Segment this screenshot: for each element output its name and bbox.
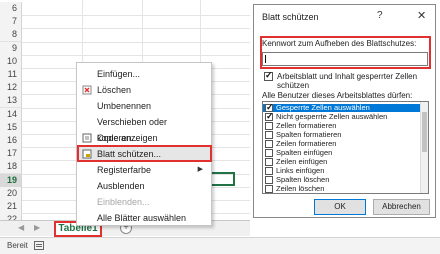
permission-select-locked[interactable]: Gesperrte Zellen auswählen <box>263 102 421 113</box>
delete-sheet-icon <box>82 85 92 95</box>
menu-item-delete[interactable]: Löschen <box>77 82 211 98</box>
permission-insert-rows[interactable]: Zeilen einfügen <box>263 157 421 166</box>
tab-scroll-left-icon[interactable]: ◀ <box>18 223 24 232</box>
permission-checkbox[interactable] <box>265 176 273 184</box>
menu-item-move-copy[interactable]: Verschieben oder kopieren... <box>77 114 211 143</box>
sheet-view-icon[interactable] <box>34 241 44 250</box>
permission-checkbox[interactable] <box>265 111 274 122</box>
permission-insert-links[interactable]: Links einfügen <box>263 166 421 175</box>
menu-item-label: Umbenennen <box>97 101 152 111</box>
row-header[interactable]: 9 <box>0 41 22 56</box>
row-header[interactable]: 21 <box>0 200 22 214</box>
menu-item-insert[interactable]: Einfügen... <box>77 66 211 82</box>
permission-label: Spalten formatieren <box>276 130 342 139</box>
menu-item-rename[interactable]: Umbenennen <box>77 98 211 114</box>
scrollbar-thumb[interactable] <box>422 112 427 152</box>
protect-sheet-dialog: Blatt schützen ? ✕ Kennwort zum Aufheben… <box>253 4 436 218</box>
tab-scroll-right-icon[interactable]: ▶ <box>34 223 40 232</box>
text-caret <box>265 55 266 63</box>
permission-checkbox[interactable] <box>265 167 273 175</box>
permission-checkbox[interactable] <box>265 158 273 166</box>
menu-item-label: Registerfarbe <box>97 165 152 175</box>
permission-checkbox[interactable] <box>265 122 273 130</box>
permission-label: Zeilen löschen <box>276 184 325 193</box>
protect-contents-label: Arbeitsblatt und Inhalt gesperrter Zelle… <box>277 72 418 90</box>
permissions-list-label: Alle Benutzer dieses Arbeitsblattes dürf… <box>262 91 413 100</box>
row-header[interactable]: 20 <box>0 186 22 201</box>
permission-checkbox[interactable] <box>265 149 273 157</box>
permission-delete-rows[interactable]: Zeilen löschen <box>263 184 421 193</box>
row-header[interactable]: 15 <box>0 120 22 135</box>
row-header[interactable]: 8 <box>0 28 22 43</box>
list-scrollbar[interactable] <box>420 102 428 193</box>
row-header[interactable]: 14 <box>0 107 22 122</box>
permission-label: Zeilen einfügen <box>276 157 328 166</box>
row-header[interactable]: 10 <box>0 54 22 69</box>
protect-sheet-highlight <box>77 145 212 162</box>
row-header[interactable]: 7 <box>0 15 22 30</box>
menu-item-view-code[interactable]: Code anzeigen <box>77 130 211 146</box>
cancel-button[interactable]: Abbrechen <box>373 199 430 215</box>
permission-checkbox[interactable] <box>265 131 273 139</box>
permission-checkbox[interactable] <box>265 185 273 193</box>
menu-item-label: Ausblenden <box>97 181 145 191</box>
permissions-list[interactable]: Gesperrte Zellen auswählen Nicht gesperr… <box>262 101 429 194</box>
permission-delete-columns[interactable]: Spalten löschen <box>263 175 421 184</box>
permission-label: Zellen formatieren <box>276 121 337 130</box>
menu-item-label: Löschen <box>97 85 132 95</box>
permission-label: Spalten löschen <box>276 175 330 184</box>
permission-insert-columns[interactable]: Spalten einfügen <box>263 148 421 157</box>
help-icon[interactable]: ? <box>377 10 383 21</box>
protect-contents-checkbox[interactable] <box>264 70 273 81</box>
menu-item-label: Einblenden... <box>97 197 150 207</box>
row-header[interactable]: 16 <box>0 134 22 148</box>
permission-label: Links einfügen <box>276 166 325 175</box>
row-gridline <box>22 41 250 43</box>
menu-item-unhide: Einblenden... <box>77 194 211 210</box>
row-header[interactable]: 19 <box>0 173 22 188</box>
password-label: Kennwort zum Aufheben des Blattschutzes: <box>262 39 417 48</box>
ok-button[interactable]: OK <box>314 199 366 215</box>
sheet-context-menu: Einfügen... Löschen Umbenennen Verschieb… <box>76 62 212 226</box>
permission-checkbox[interactable] <box>265 140 273 148</box>
row-header[interactable]: 6 <box>0 2 22 16</box>
status-text: Bereit <box>7 241 28 250</box>
row-header[interactable]: 13 <box>0 94 22 109</box>
menu-item-label: Code anzeigen <box>97 133 158 143</box>
password-input[interactable] <box>262 52 428 66</box>
code-icon <box>82 133 92 143</box>
dialog-title: Blatt schützen <box>262 12 319 22</box>
row-gridline <box>22 54 250 56</box>
menu-item-hide[interactable]: Ausblenden <box>77 178 211 194</box>
permission-label: Spalten einfügen <box>276 148 333 157</box>
permission-format-cells[interactable]: Zellen formatieren <box>263 121 421 130</box>
close-icon[interactable]: ✕ <box>417 9 426 22</box>
menu-item-tab-color[interactable]: Registerfarbe ▶ <box>77 162 211 178</box>
row-header[interactable]: 18 <box>0 160 22 175</box>
submenu-arrow-icon: ▶ <box>197 166 203 173</box>
row-gridline <box>22 15 250 17</box>
status-bar: Bereit <box>0 237 440 254</box>
row-header[interactable]: 17 <box>0 147 22 162</box>
permission-select-unlocked[interactable]: Nicht gesperrte Zellen auswählen <box>263 111 421 122</box>
row-gridline <box>22 28 250 30</box>
row-header[interactable]: 12 <box>0 81 22 96</box>
permission-format-rows[interactable]: Zeilen formatieren <box>263 139 421 148</box>
permission-label: Nicht gesperrte Zellen auswählen <box>276 112 388 121</box>
row-header[interactable]: 11 <box>0 68 22 82</box>
menu-item-select-all-sheets[interactable]: Alle Blätter auswählen <box>77 210 211 226</box>
permission-format-columns[interactable]: Spalten formatieren <box>263 130 421 139</box>
menu-item-label: Alle Blätter auswählen <box>97 213 187 223</box>
permission-label: Zeilen formatieren <box>276 139 337 148</box>
permission-label: Gesperrte Zellen auswählen <box>276 103 370 112</box>
menu-item-label: Einfügen... <box>97 69 141 79</box>
